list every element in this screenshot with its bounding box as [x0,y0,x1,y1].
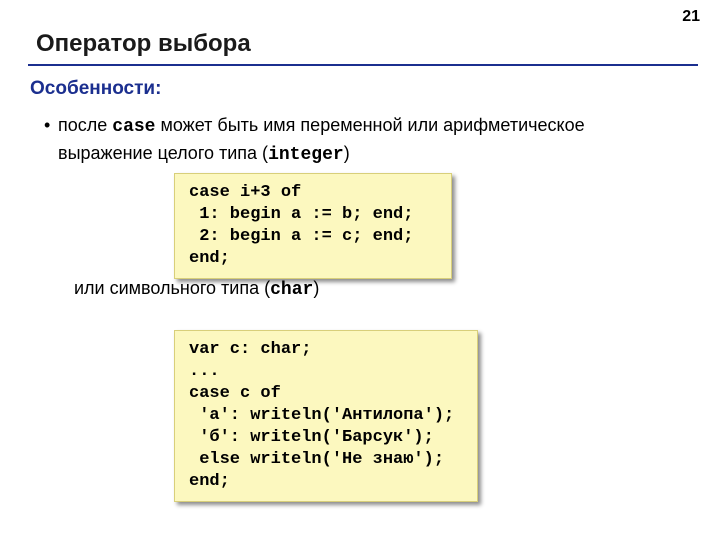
bullet-text-3: ) [344,143,350,163]
bullet-code-integer: integer [268,145,344,165]
bullet-marker: • [44,112,50,138]
bullet-code-case: case [112,117,155,137]
bullet-text-1: после [58,115,112,135]
bullet-item: • после case может быть имя переменной и… [58,112,680,168]
text2-after: ) [313,278,319,298]
text-char-type: или символьного типа (char) [74,278,319,300]
text2-before: или символьного типа ( [74,278,270,298]
section-subtitle: Особенности: [30,78,161,100]
page-number: 21 [682,8,700,26]
text2-code-char: char [270,280,313,300]
page-title: Оператор выбора [36,30,251,58]
code-block-integer: case i+3 of 1: begin a := b; end; 2: beg… [174,173,452,279]
title-underline [28,64,698,66]
code-block-char: var c: char; ... case c of 'а': writeln(… [174,330,478,502]
